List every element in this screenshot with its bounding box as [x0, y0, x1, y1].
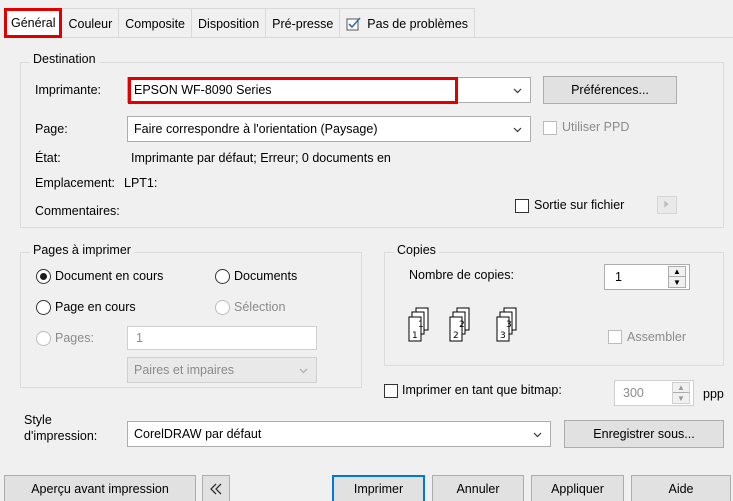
tab-color[interactable]: Couleur [61, 8, 120, 38]
save-as-button[interactable]: Enregistrer sous... [564, 420, 724, 448]
spin-up-icon[interactable]: ▲ [673, 383, 689, 393]
output-file-browse-button[interactable] [657, 196, 677, 214]
location-label: Emplacement: [35, 176, 115, 190]
cancel-button[interactable]: Annuler [432, 475, 524, 501]
chevron-down-icon [513, 127, 522, 133]
printer-value: EPSON WF-8090 Series [134, 83, 272, 97]
apply-button[interactable]: Appliquer [531, 475, 624, 501]
tab-composite[interactable]: Composite [118, 8, 193, 38]
double-chevron-left-icon [210, 483, 222, 495]
copies-legend: Copies [394, 243, 439, 257]
bitmap-spinner[interactable]: ▲ ▼ [672, 382, 690, 404]
pages-legend: Pages à imprimer [30, 243, 134, 257]
state-label: État: [35, 151, 61, 165]
collate-checkbox[interactable] [608, 330, 622, 344]
pages-range-input[interactable]: 1 [127, 326, 317, 350]
svg-text:1: 1 [412, 331, 418, 341]
print-style-select[interactable]: CorelDRAW par défaut [127, 421, 551, 447]
chevron-down-icon [299, 368, 308, 374]
tab-layout[interactable]: Disposition [191, 8, 267, 38]
bitmap-unit: ppp [703, 387, 724, 401]
documents-label: Documents [234, 269, 298, 283]
tab-prepress[interactable]: Pré-presse [265, 8, 341, 38]
printer-select[interactable]: EPSON WF-8090 Series [127, 77, 531, 103]
collate-preview-icon: 11 22 33 [408, 307, 517, 342]
print-style-label-line1: Style [24, 413, 52, 427]
current-document-label: Document en cours [55, 269, 164, 283]
print-button[interactable]: Imprimer [332, 475, 425, 501]
copies-spinner[interactable]: ▲ ▼ [668, 266, 686, 288]
pages-radio[interactable] [36, 331, 51, 346]
page-orientation-select[interactable]: Faire correspondre à l'orientation (Pays… [127, 116, 531, 142]
state-value: Imprimante par défaut; Erreur; 0 documen… [131, 151, 391, 165]
print-bitmap-checkbox[interactable] [384, 384, 398, 398]
tab-label: Composite [125, 16, 186, 31]
current-page-radio[interactable] [36, 300, 51, 315]
svg-text:2: 2 [459, 320, 465, 330]
spin-down-icon[interactable]: ▼ [669, 277, 685, 287]
destination-legend: Destination [30, 52, 99, 66]
selection-radio[interactable] [215, 300, 230, 315]
use-ppd-checkbox[interactable] [543, 121, 557, 135]
svg-text:3: 3 [506, 320, 512, 330]
spin-up-icon[interactable]: ▲ [669, 267, 685, 277]
print-style-value: CorelDRAW par défaut [134, 427, 262, 441]
tab-label: Couleur [68, 16, 113, 31]
arrow-right-icon [664, 200, 669, 208]
tab-strip: Général Couleur Composite Disposition Pr… [4, 8, 476, 38]
current-page-label: Page en cours [55, 300, 136, 314]
pages-label: Pages: [55, 331, 94, 345]
comments-label: Commentaires: [35, 204, 120, 218]
print-bitmap-label: Imprimer en tant que bitmap: [402, 383, 562, 397]
location-value: LPT1: [124, 176, 158, 190]
parity-select[interactable]: Paires et impaires [127, 357, 317, 383]
tab-general[interactable]: Général [4, 8, 63, 38]
collapse-preview-button[interactable] [202, 475, 230, 501]
documents-radio[interactable] [215, 269, 230, 284]
bitmap-resolution-value: 300 [623, 386, 644, 400]
tab-label: Pas de problèmes [367, 16, 469, 31]
output-file-label: Sortie sur fichier [534, 198, 625, 212]
collate-label: Assembler [627, 330, 687, 344]
copies-count-value: 1 [615, 270, 622, 284]
chevron-down-icon [513, 88, 522, 94]
svg-text:1: 1 [418, 320, 424, 330]
page-label: Page: [35, 122, 68, 136]
help-button[interactable]: Aide [631, 475, 731, 501]
printer-label: Imprimante: [35, 83, 101, 97]
checklist-icon [346, 16, 361, 30]
tab-no-problems[interactable]: Pas de problèmes [339, 8, 476, 38]
page-value: Faire correspondre à l'orientation (Pays… [134, 122, 378, 136]
print-style-label-line2: d'impression: [24, 429, 98, 443]
use-ppd-label: Utiliser PPD [562, 120, 630, 134]
parity-value: Paires et impaires [134, 363, 235, 377]
tab-label: Pré-presse [272, 16, 334, 31]
svg-text:2: 2 [453, 331, 459, 341]
chevron-down-icon [533, 432, 542, 438]
spin-down-icon[interactable]: ▼ [673, 393, 689, 403]
output-file-checkbox[interactable] [515, 199, 529, 213]
selection-label: Sélection [234, 300, 286, 314]
svg-text:3: 3 [500, 331, 506, 341]
tab-label: Général [11, 16, 56, 30]
print-preview-button[interactable]: Aperçu avant impression [4, 475, 196, 501]
preferences-button[interactable]: Préférences... [543, 76, 677, 104]
current-document-radio[interactable] [36, 269, 51, 284]
copies-count-label: Nombre de copies: [409, 268, 514, 282]
tab-label: Disposition [198, 16, 260, 31]
